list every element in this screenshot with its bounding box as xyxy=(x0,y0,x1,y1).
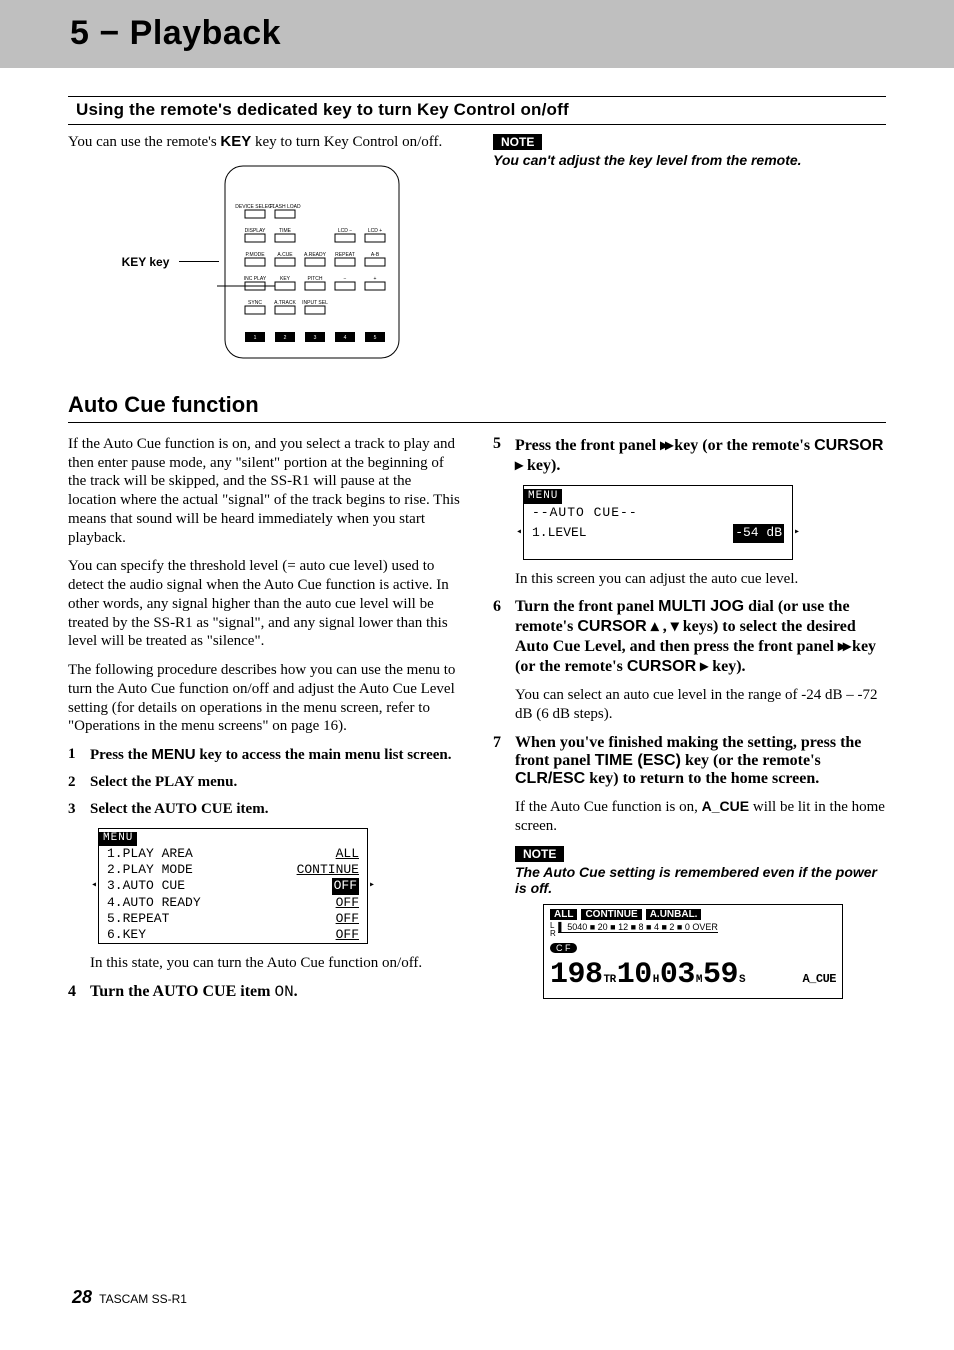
svg-text:KEY: KEY xyxy=(280,276,291,282)
home-screen-illustration: ALL CONTINUE A.UNBAL. LR ▌ 5040 ■ 20 ■ 1… xyxy=(543,904,843,999)
step-4: 4 Turn the AUTO CUE item ON. xyxy=(68,983,461,1001)
step-3: 3 Select the AUTO CUE item. xyxy=(68,801,461,818)
note-label-2: NOTE xyxy=(515,846,564,862)
svg-text:5: 5 xyxy=(374,335,377,341)
svg-text:1: 1 xyxy=(254,335,257,341)
svg-text:FLASH LOAD: FLASH LOAD xyxy=(270,204,302,210)
lcd-menu-screenshot: MENU 1.PLAY AREAALL 2.PLAY MODECONTINUE … xyxy=(98,828,368,944)
page-footer: 28 TASCAM SS-R1 xyxy=(72,1287,187,1308)
svg-text:REPEAT: REPEAT xyxy=(336,252,356,258)
header-band: 5 − Playback xyxy=(0,0,954,68)
svg-text:2: 2 xyxy=(284,335,287,341)
step-5: 5 Press the front panel ▸▸ key (or the r… xyxy=(493,435,886,475)
svg-text:LCD +: LCD + xyxy=(368,228,382,234)
step-1: 1 Press the MENU key to access the main … xyxy=(68,746,461,764)
section-heading-autocue: Auto Cue function xyxy=(68,392,886,423)
svg-text:INC PLAY: INC PLAY xyxy=(244,276,267,282)
svg-text:LCD −: LCD − xyxy=(338,228,352,234)
svg-text:P.MODE: P.MODE xyxy=(246,252,266,258)
note-label-1: NOTE xyxy=(493,134,542,150)
range-text: You can select an auto cue level in the … xyxy=(515,686,886,724)
leader-line xyxy=(179,261,219,262)
autocue-p3: The following procedure describes how yo… xyxy=(68,661,461,736)
svg-text:A.READY: A.READY xyxy=(304,252,327,258)
svg-text:PITCH: PITCH xyxy=(308,276,323,282)
svg-text:−: − xyxy=(344,276,347,282)
key-key-label: KEY key xyxy=(122,255,170,269)
svg-text:A-B: A-B xyxy=(371,252,380,258)
subheading-key-control: Using the remote's dedicated key to turn… xyxy=(68,96,886,125)
lcd-autocue-level: MENU --AUTO CUE-- ◂1.LEVEL-54 dB▸ xyxy=(523,485,793,560)
svg-text:INPUT SEL: INPUT SEL xyxy=(303,300,329,306)
intro-text: You can use the remote's KEY key to turn… xyxy=(68,133,461,152)
svg-text:A.CUE: A.CUE xyxy=(278,252,294,258)
svg-text:4: 4 xyxy=(344,335,347,341)
svg-text:3: 3 xyxy=(314,335,317,341)
remote-illustration: DEVICE SELECT FLASH LOAD DISPLAY TIME LC… xyxy=(217,162,407,362)
svg-text:+: + xyxy=(374,276,377,282)
step-2: 2 Select the PLAY menu. xyxy=(68,774,461,791)
acue-lit-text: If the Auto Cue function is on, A_CUE wi… xyxy=(515,798,886,836)
autocue-p2: You can specify the threshold level (= a… xyxy=(68,557,461,651)
note-text-1: You can't adjust the key level from the … xyxy=(493,152,886,168)
step-6: 6 Turn the front panel MULTI JOG dial (o… xyxy=(493,598,886,676)
autocue-p1: If the Auto Cue function is on, and you … xyxy=(68,435,461,548)
svg-text:DISPLAY: DISPLAY xyxy=(245,228,266,234)
svg-text:TIME: TIME xyxy=(279,228,292,234)
chapter-title: 5 − Playback xyxy=(70,14,281,53)
svg-text:A.TRACK: A.TRACK xyxy=(275,300,297,306)
after-lcd2-text: In this screen you can adjust the auto c… xyxy=(515,570,886,589)
svg-text:SYNC: SYNC xyxy=(248,300,262,306)
step-7: 7 When you've finished making the settin… xyxy=(493,734,886,788)
note-text-2: The Auto Cue setting is remembered even … xyxy=(515,864,886,896)
after-lcd1-text: In this state, you can turn the Auto Cue… xyxy=(90,954,461,973)
